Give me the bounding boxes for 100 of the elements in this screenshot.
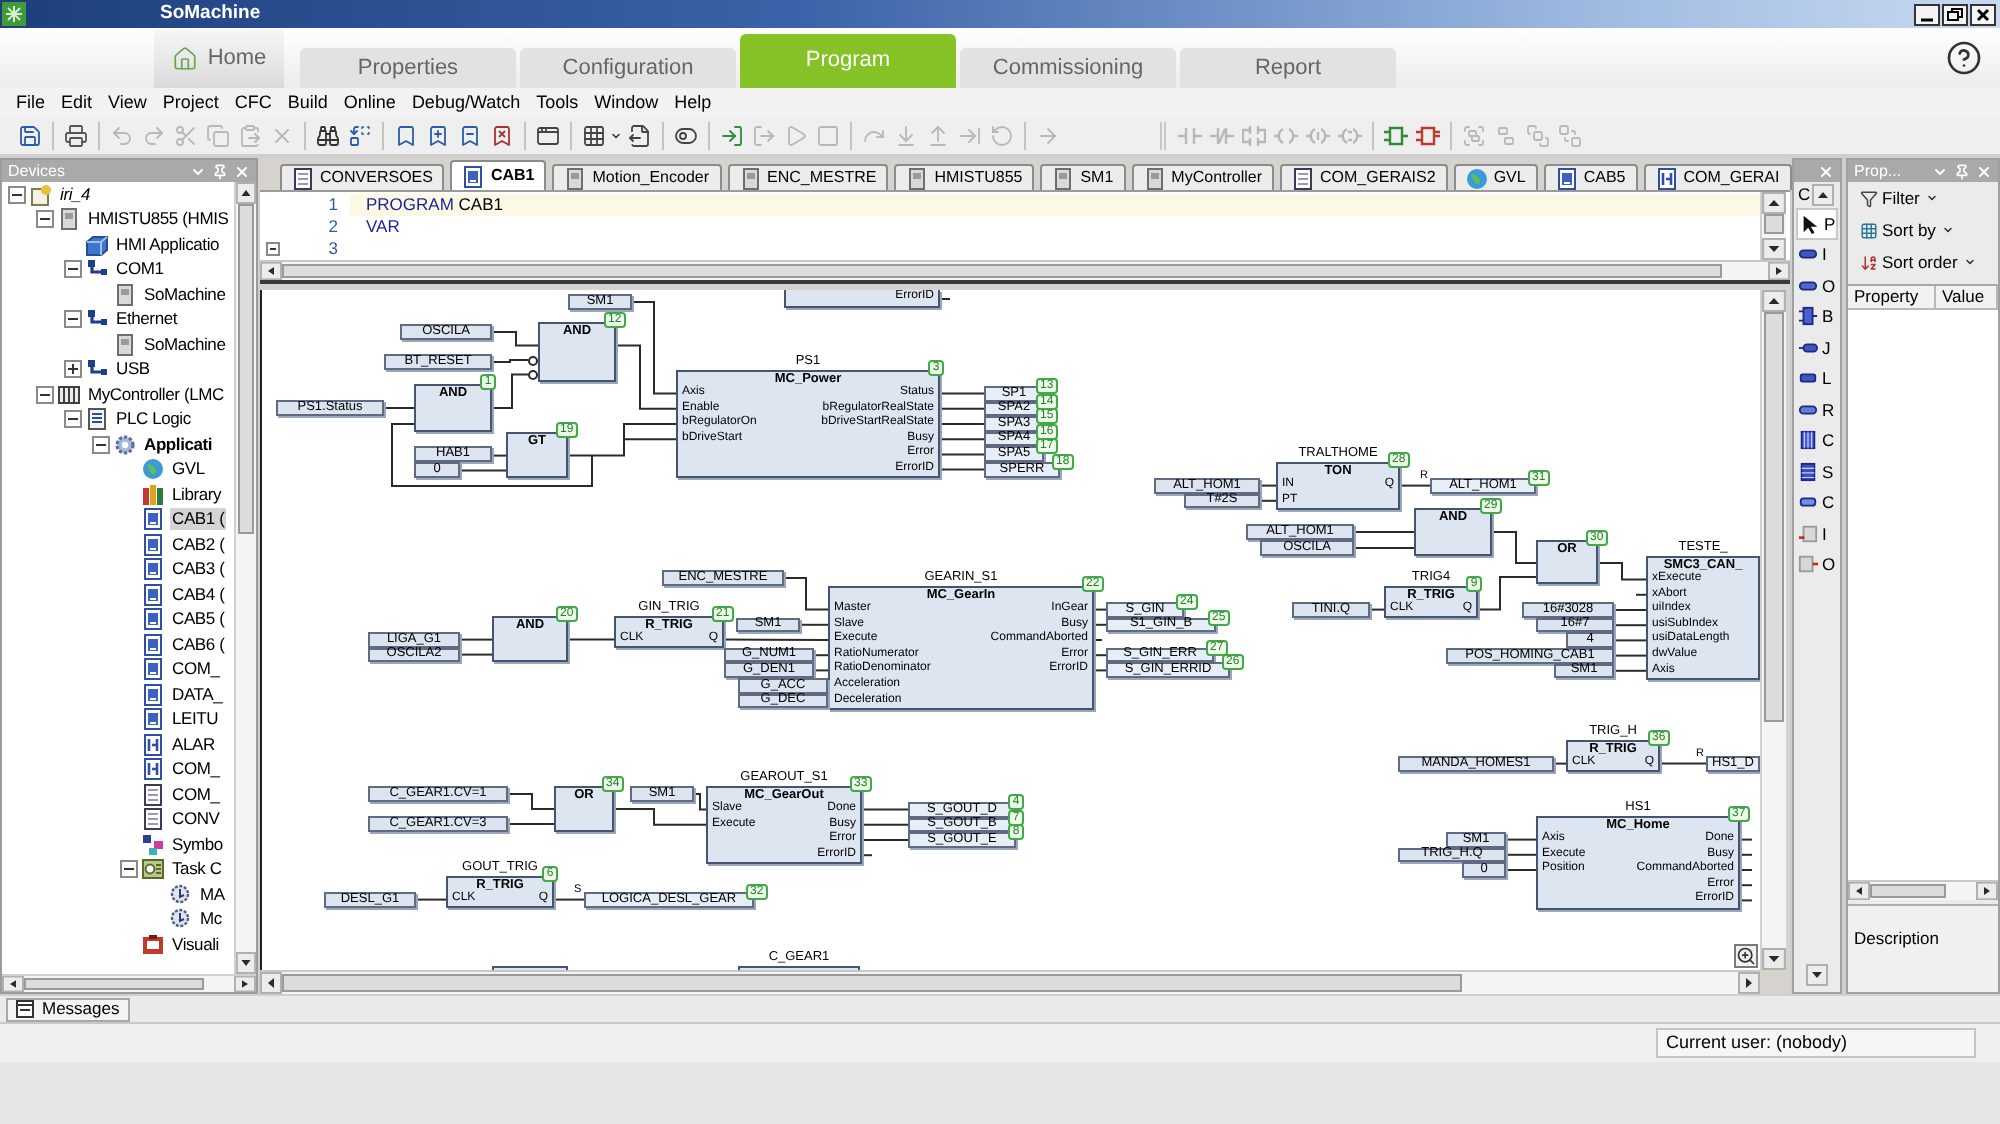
tree-item[interactable]: MyController (LMC (86, 383, 226, 406)
scrollbar[interactable] (260, 260, 1790, 280)
tree-item[interactable]: Library (170, 483, 224, 506)
scrollbar[interactable] (1760, 192, 1786, 260)
printer-icon[interactable] (64, 124, 88, 148)
close-icon[interactable] (1970, 3, 1996, 25)
tree-item[interactable]: COM_ (170, 783, 222, 806)
scroll-right-icon[interactable] (1768, 262, 1790, 280)
collapse-icon[interactable] (64, 410, 82, 429)
scroll-left-icon[interactable] (2, 976, 24, 992)
toolbox-item[interactable]: I (1796, 518, 1838, 549)
scrollbar-thumb[interactable] (282, 974, 1462, 992)
tree-item[interactable]: CONV (170, 808, 222, 831)
collapse-icon[interactable] (36, 385, 54, 404)
tree-item[interactable]: iri_4 (58, 183, 93, 206)
menu-item[interactable]: Online (335, 94, 404, 112)
tree-item[interactable]: LEITU (170, 708, 221, 731)
scroll-down-icon[interactable] (1762, 238, 1786, 260)
login-icon[interactable] (720, 124, 744, 148)
menu-item[interactable]: Window (586, 94, 667, 112)
tree-item[interactable]: Visuali (170, 933, 221, 956)
toolbox-item[interactable]: C (1796, 425, 1838, 456)
editor-tab[interactable]: GVL (1453, 164, 1538, 190)
replace-icon[interactable] (348, 124, 372, 148)
collapse-icon[interactable] (36, 210, 54, 229)
toolbar-button[interactable]: Filter (1860, 189, 1938, 207)
scroll-down-icon[interactable] (236, 952, 256, 974)
bookmark-icon[interactable] (394, 124, 418, 148)
toolbar-button[interactable]: Sort order (1860, 253, 1976, 271)
column-header[interactable]: Value (1936, 286, 1998, 308)
scrollbar[interactable] (1760, 290, 1786, 970)
toggle-icon[interactable] (674, 124, 698, 148)
scroll-up-icon[interactable] (1812, 184, 1835, 206)
workflow-tab[interactable]: Configuration (520, 48, 736, 88)
tree-item[interactable]: CAB4 ( (170, 583, 227, 606)
minimize-icon[interactable] (1914, 3, 1940, 25)
bookmark-icon[interactable] (490, 124, 514, 148)
tree-item[interactable]: USB (114, 358, 152, 381)
help-icon[interactable] (1946, 40, 1982, 76)
toolbox-item[interactable]: S (1796, 456, 1838, 487)
toolbox-item[interactable]: B (1796, 301, 1838, 332)
tree-item[interactable]: CAB3 ( (170, 558, 227, 581)
editor-tab[interactable]: Motion_Encoder (552, 164, 722, 190)
block-icon[interactable] (1416, 124, 1440, 148)
scrollbar-thumb[interactable] (1870, 884, 1946, 898)
tree-item[interactable]: Symbo (170, 833, 225, 856)
collapse-icon[interactable] (64, 310, 82, 329)
block-icon[interactable] (1384, 124, 1408, 148)
tree-item[interactable]: SoMachine (142, 283, 228, 306)
toolbox-item[interactable]: J (1796, 332, 1838, 363)
scroll-down-icon[interactable] (1806, 964, 1828, 986)
scroll-right-icon[interactable] (1738, 972, 1760, 994)
editor-tab[interactable]: CONVERSOES (280, 164, 445, 190)
workflow-tab[interactable]: Properties (300, 48, 516, 88)
tree-item[interactable]: Mc (198, 908, 224, 931)
editor-tab[interactable]: HMISTU855 (894, 164, 1035, 190)
zoom-icon[interactable] (1734, 944, 1758, 968)
menu-item[interactable]: File (8, 94, 54, 112)
file-export-icon[interactable] (628, 124, 652, 148)
scroll-left-icon[interactable] (260, 262, 282, 280)
tree-item[interactable]: MA (198, 883, 227, 906)
editor-tab[interactable]: COM_GERAIS2 (1280, 164, 1448, 190)
column-header[interactable]: Property (1848, 286, 1936, 308)
scrollbar-thumb[interactable] (282, 264, 1722, 278)
scrollbar-thumb[interactable] (238, 204, 254, 534)
editor-tab[interactable]: SM1 (1040, 164, 1126, 190)
tree-item[interactable]: SoMachine (142, 333, 228, 356)
bookmark-icon[interactable] (458, 124, 482, 148)
scroll-up-icon[interactable] (1762, 290, 1786, 312)
collapse-icon[interactable] (8, 185, 26, 204)
scroll-left-icon[interactable] (1848, 882, 1870, 900)
menu-item[interactable]: Tools (528, 94, 587, 112)
scroll-right-icon[interactable] (234, 976, 256, 992)
editor-tab[interactable]: CAB5 (1543, 164, 1638, 190)
toolbox-category[interactable]: C (1798, 186, 1811, 204)
collapse-icon[interactable] (64, 260, 82, 279)
scrollbar-thumb[interactable] (1764, 312, 1784, 722)
toolbox-item[interactable]: O (1796, 549, 1838, 580)
messages-tab[interactable]: Messages (6, 997, 130, 1021)
tree-item[interactable]: DATA_ (170, 683, 225, 706)
scrollbar[interactable] (2, 974, 256, 992)
collapse-icon[interactable] (120, 860, 138, 879)
grid-icon[interactable] (582, 124, 606, 148)
tree-item[interactable]: GVL (170, 458, 207, 481)
tree-item[interactable]: HMI Applicatio (114, 233, 222, 256)
tree-item[interactable]: Task C (170, 858, 224, 881)
menu-item[interactable]: Edit (53, 94, 101, 112)
scroll-down-icon[interactable] (1762, 948, 1786, 970)
diagram-canvas[interactable] (260, 290, 1760, 970)
scroll-right-icon[interactable] (1976, 882, 1998, 900)
window-icon[interactable] (536, 124, 560, 148)
toolbar-button[interactable]: Sort by (1860, 221, 1954, 239)
toolbox-item[interactable]: P (1796, 208, 1838, 239)
scrollbar-thumb[interactable] (24, 978, 204, 990)
tree-item[interactable]: CAB2 ( (170, 533, 227, 556)
tree-item[interactable]: PLC Logic (114, 408, 193, 431)
expand-icon[interactable] (64, 360, 82, 379)
collapse-icon[interactable] (266, 242, 280, 256)
tree-item[interactable]: COM_ (170, 758, 222, 781)
toolbox-item[interactable]: O (1796, 270, 1838, 301)
